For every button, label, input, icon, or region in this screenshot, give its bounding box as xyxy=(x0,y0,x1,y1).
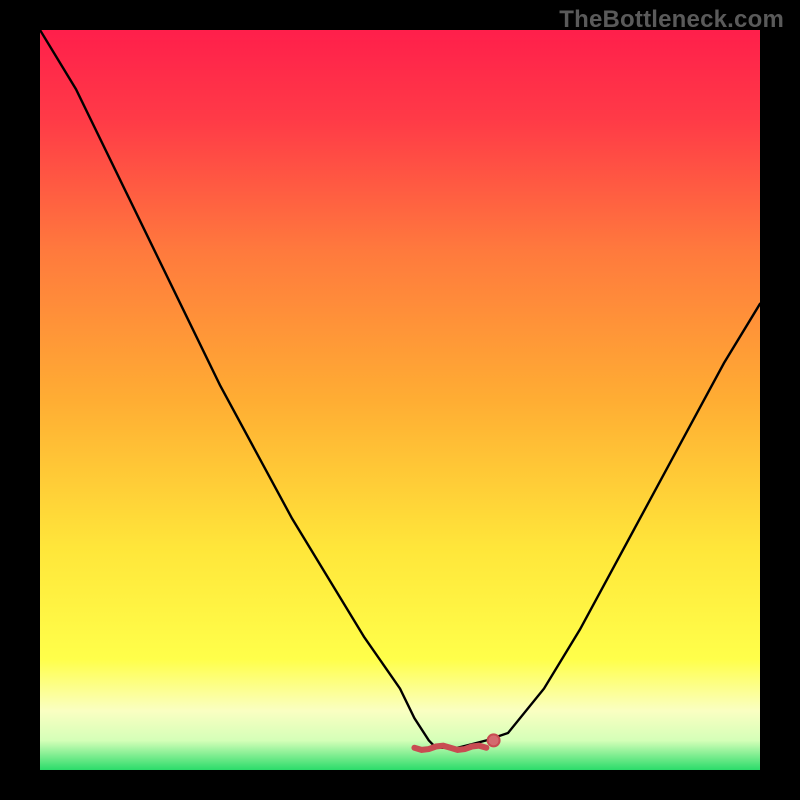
chart-frame: TheBottleneck.com xyxy=(0,0,800,800)
optimum-marker xyxy=(488,734,500,746)
watermark-text: TheBottleneck.com xyxy=(559,6,784,34)
chart-plot-area xyxy=(40,30,760,770)
chart-svg xyxy=(40,30,760,770)
gradient-background xyxy=(40,30,760,770)
